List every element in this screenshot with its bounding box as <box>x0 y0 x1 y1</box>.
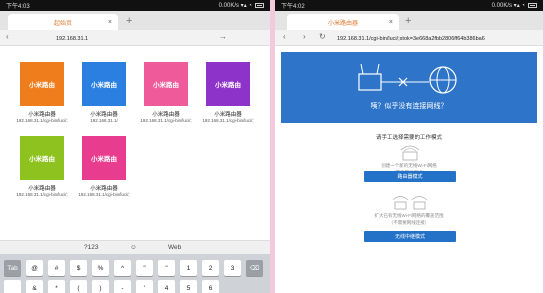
keyboard-key[interactable]: " <box>136 260 153 276</box>
status-network: 0.00K/s ▾▴ ◔ <box>218 3 252 9</box>
keyboard-key[interactable]: 2 <box>202 260 219 276</box>
tile-title: 小米路由 <box>91 156 117 163</box>
speed-dial-tile[interactable]: 小米路由 <box>20 136 64 180</box>
tile-title: 小米路由 <box>29 156 55 163</box>
router-mode-button[interactable]: 路由器模式 <box>364 171 456 182</box>
url-input[interactable]: 192.168.31.1 <box>52 33 202 44</box>
tile-label: 小米路由器 <box>28 186 56 192</box>
speed-dial-tile[interactable]: 小米路由 <box>82 62 126 106</box>
address-bar: ‹ › ↻ 192.168.31.1/cgi-bin/luci/;stok=3e… <box>275 30 543 46</box>
tile-title: 小米路由 <box>29 82 55 89</box>
speed-dial-tile[interactable]: 小米路由 <box>144 62 188 106</box>
tile-label: 小米路由器 <box>28 112 56 118</box>
right-browser-window: 下午4:02 0.00K/s ▾▴ ◔ 小米路由器 × + ‹ › ↻ 192.… <box>275 0 543 293</box>
disconnected-cable-icon: 咦？似乎没有连接网线？ <box>358 63 457 110</box>
keyboard-key[interactable]: 3 <box>224 260 241 276</box>
tab-start-page[interactable]: 起始页 × <box>8 14 118 30</box>
keyboard-key[interactable] <box>4 280 21 293</box>
keyboard-key[interactable]: ⌫ <box>246 260 263 276</box>
back-icon[interactable]: ‹ <box>6 32 9 41</box>
close-icon[interactable]: × <box>389 19 393 26</box>
tab-strip: 小米路由器 × + <box>275 11 543 30</box>
tab-title: 小米路由器 <box>327 20 358 27</box>
repeater-mode-note: （不需要网线连接） <box>388 220 430 225</box>
tile-url: 192.168.31.1/ <box>90 118 118 123</box>
tile-label: 小米路由器 <box>214 112 242 118</box>
keyboard-key[interactable]: 4 <box>158 280 175 293</box>
new-tab-icon[interactable]: + <box>126 15 132 27</box>
tile-title: 小米路由 <box>91 82 117 89</box>
status-time: 下午4:03 <box>6 4 30 10</box>
speed-dial-tile[interactable]: 小米路由 <box>20 62 64 106</box>
keyboard-key[interactable]: * <box>48 280 65 293</box>
web-suggestion[interactable]: Web <box>168 244 181 251</box>
new-tab-icon[interactable]: + <box>405 15 411 27</box>
repeater-mode-icon <box>393 196 427 210</box>
tile-title: 小米路由 <box>153 82 179 89</box>
keyboard-key[interactable]: Tab <box>4 260 21 276</box>
keyboard-key[interactable]: @ <box>26 260 43 276</box>
tab-router[interactable]: 小米路由器 × <box>287 14 399 30</box>
refresh-icon[interactable]: ↻ <box>319 32 326 41</box>
tile-url: 192.168.31.1/cgi-bin/luci/; <box>202 118 254 123</box>
keyboard-key[interactable]: ^ <box>114 260 131 276</box>
keyboard-suggestion-bar: ?123 ☺ Web <box>0 240 270 254</box>
left-browser-window: 下午4:03 0.00K/s ▾▴ ◔ 起始页 × + ‹ 192.168.31… <box>0 0 270 293</box>
keyboard-key[interactable]: 5 <box>180 280 197 293</box>
keyboard-key[interactable]: 1 <box>180 260 197 276</box>
back-icon[interactable]: ‹ <box>283 32 286 41</box>
repeater-mode-desc: 扩大已有无线Wi-Fi网络的覆盖范围 <box>374 213 444 218</box>
tile-url: 192.168.31.1/cgi-bin/luci/; <box>16 118 68 123</box>
keyboard-key[interactable]: " <box>158 260 175 276</box>
tile-label: 小米路由器 <box>90 186 118 192</box>
keyboard-key[interactable]: & <box>26 280 43 293</box>
battery-icon <box>255 3 264 8</box>
keyboard: Tab @ # $% ^ " " 1 2 3 ⌫ & * () - ' 4 5 6 <box>0 254 270 293</box>
status-bar: 下午4:03 0.00K/s ▾▴ ◔ <box>0 0 270 11</box>
repeater-mode-button[interactable]: 无线中继模式 <box>364 231 456 242</box>
tile-url: 192.168.31.1/cgi-bin/luci/; <box>140 118 192 123</box>
speed-dial-tile[interactable]: 小米路由 <box>206 62 250 106</box>
tab-strip: 起始页 × + <box>0 11 270 30</box>
tile-url: 192.168.31.1/cgi-bin/luci/; <box>16 192 68 197</box>
forward-icon[interactable]: › <box>303 32 306 41</box>
tile-url: 192.168.31.1/cgi-bin/luci/; <box>78 192 130 197</box>
address-bar: ‹ 192.168.31.1 → <box>0 30 270 46</box>
headline-text: 咦？似乎没有连接网线？ <box>371 101 448 110</box>
header-banner: 咦？似乎没有连接网线？ <box>281 52 537 123</box>
keyboard-key[interactable]: ) <box>92 280 109 293</box>
keyboard-key[interactable]: ' <box>136 280 153 293</box>
keyboard-key[interactable]: 6 <box>202 280 219 293</box>
battery-icon <box>528 3 537 8</box>
keyboard-key[interactable]: % <box>92 260 109 276</box>
choose-mode-text: 请手工选择需要的工作模式 <box>375 135 442 141</box>
symbols-key[interactable]: ?123 <box>84 244 98 251</box>
router-mode-icon <box>400 145 420 161</box>
status-network: 0.00K/s ▾▴ ◔ <box>491 3 525 9</box>
tab-title: 起始页 <box>53 20 72 27</box>
status-bar: 下午4:02 0.00K/s ▾▴ ◔ <box>275 0 543 11</box>
emoji-icon[interactable]: ☺ <box>130 244 137 251</box>
router-mode-desc: 创建一个新的无线Wi-Fi网络 <box>381 163 437 168</box>
status-time: 下午4:02 <box>281 4 305 10</box>
keyboard-key[interactable]: # <box>48 260 65 276</box>
go-icon[interactable]: → <box>219 32 227 41</box>
tile-label: 小米路由器 <box>90 112 118 118</box>
tile-title: 小米路由 <box>215 82 241 89</box>
keyboard-key[interactable]: ( <box>70 280 87 293</box>
url-input[interactable]: 192.168.31.1/cgi-bin/luci/;stok=3e668a2f… <box>333 33 537 44</box>
speed-dial-tile[interactable]: 小米路由 <box>82 136 126 180</box>
close-icon[interactable]: × <box>108 19 112 26</box>
keyboard-key[interactable]: $ <box>70 260 87 276</box>
keyboard-key[interactable]: - <box>114 280 131 293</box>
tile-label: 小米路由器 <box>152 112 180 118</box>
